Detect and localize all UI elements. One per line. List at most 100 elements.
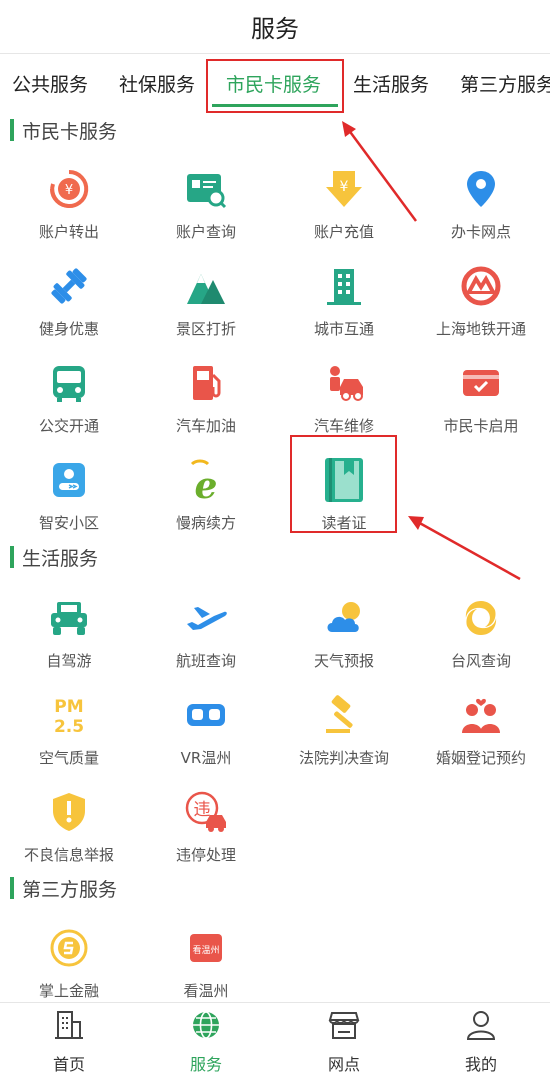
service-tile-typhoon[interactable]: 台风查询: [412, 592, 550, 688]
nav-label: 首页: [52, 1055, 85, 1074]
section-title-text: 市民卡服务: [22, 120, 118, 143]
service-tile-marriage-booking[interactable]: 婚姻登记预约: [412, 689, 550, 785]
section-title-text: 生活服务: [22, 547, 99, 570]
pm25-icon: PM 2.5: [54, 697, 84, 737]
service-tile-court-verdict[interactable]: 法院判决查询: [275, 689, 413, 785]
tile-label: 账户查询: [175, 223, 236, 241]
tile-label: 读者证: [321, 514, 367, 532]
tile-label: 市民卡启用: [443, 417, 519, 435]
vr-goggles-icon: [187, 704, 225, 726]
section-accent-bar: [10, 119, 14, 141]
service-tile-card-activate[interactable]: 市民卡启用: [412, 357, 550, 453]
svg-text:e: e: [195, 465, 218, 502]
nav-mine[interactable]: 我的: [412, 1009, 550, 1079]
account-query-icon: [187, 174, 227, 209]
typhoon-icon: [465, 601, 497, 635]
svg-text:PM: PM: [54, 697, 83, 717]
fuel-pump-icon: [193, 366, 221, 400]
service-tile-shanghai-metro[interactable]: 上海地铁开通: [412, 260, 550, 356]
tile-label: 慢病续方: [175, 514, 236, 532]
service-tile-city-interop[interactable]: 城市互通: [275, 260, 413, 356]
service-tile-self-drive[interactable]: 自驾游: [0, 592, 138, 688]
service-tile-fitness[interactable]: 健身优惠: [0, 260, 138, 356]
app-header: 服务: [0, 0, 550, 54]
svg-text:¥: ¥: [340, 179, 349, 195]
tile-label: 公交开通: [38, 417, 99, 435]
weather-icon: [327, 602, 360, 632]
mountain-icon: [187, 274, 225, 304]
dumbbell-icon: [51, 268, 87, 304]
tile-label: VR温州: [180, 749, 232, 767]
globe-icon: [193, 1011, 219, 1039]
nav-outlets[interactable]: 网点: [275, 1009, 413, 1079]
tile-label: 景区打折: [175, 320, 236, 338]
tab-third-party[interactable]: 第三方服务: [460, 70, 550, 97]
service-tile-bus[interactable]: 公交开通: [0, 357, 138, 453]
tab-citizen-card[interactable]: 市民卡服务: [226, 70, 321, 97]
service-tile-vr-wenzhou[interactable]: VR温州: [137, 689, 275, 785]
book-icon: [325, 458, 363, 502]
service-tile-reader-card[interactable]: 读者证: [275, 454, 413, 550]
tab-public-service[interactable]: 公共服务: [12, 70, 88, 97]
car-repair-icon: [330, 366, 363, 401]
nav-label: 我的: [464, 1055, 497, 1074]
transfer-out-icon: ¥: [50, 169, 89, 208]
service-tile-smart-community[interactable]: 智安小区: [0, 454, 138, 550]
airplane-icon: [187, 607, 227, 630]
tile-label: 办卡网点: [450, 223, 511, 241]
section-title-life: 生活服务: [10, 545, 99, 570]
tile-label: 账户充值: [313, 223, 374, 241]
tile-label: 天气预报: [313, 652, 374, 670]
tile-label: 健身优惠: [38, 320, 99, 338]
service-tile-chronic-prescription[interactable]: e 慢病续方: [137, 454, 275, 550]
service-tile-fuel[interactable]: 汽车加油: [137, 357, 275, 453]
service-tile-card-outlets[interactable]: 办卡网点: [412, 163, 550, 259]
service-tile-parking-violation[interactable]: 违 违停处理: [137, 786, 275, 882]
tile-label: 汽车加油: [175, 417, 236, 435]
tab-life-service[interactable]: 生活服务: [353, 70, 429, 97]
svg-text:2.5: 2.5: [54, 717, 84, 737]
tile-label: 看温州: [183, 982, 229, 1000]
service-tile-transfer-out[interactable]: ¥ 账户转出: [0, 163, 138, 259]
active-tab-indicator: [212, 104, 338, 107]
service-tile-weather[interactable]: 天气预报: [275, 592, 413, 688]
section-accent-bar: [10, 877, 14, 899]
tile-label: 汽车维修: [313, 417, 374, 435]
section-title-text: 第三方服务: [22, 878, 118, 901]
nav-service[interactable]: 服务: [137, 1009, 275, 1079]
tile-label: 婚姻登记预约: [435, 749, 526, 767]
jeep-icon: [51, 602, 87, 635]
section-accent-bar: [10, 546, 14, 568]
service-tile-flight[interactable]: 航班查询: [137, 592, 275, 688]
tile-label: 不良信息举报: [23, 846, 114, 864]
service-tile-air-quality[interactable]: PM 2.5 空气质量: [0, 689, 138, 785]
building-icon: [327, 269, 361, 305]
annotation-arrow-reader-card: [408, 516, 521, 581]
tile-label: 台风查询: [450, 652, 511, 670]
recharge-icon: ¥: [326, 171, 362, 207]
service-tile-car-repair[interactable]: 汽车维修: [275, 357, 413, 453]
bus-icon: [53, 366, 85, 402]
user-icon: [466, 1011, 496, 1040]
service-tile-report-harmful-info[interactable]: 不良信息举报: [0, 786, 138, 882]
smart-community-icon: [53, 463, 85, 497]
nav-home[interactable]: 首页: [0, 1009, 138, 1079]
service-tile-scenic-discount[interactable]: 景区打折: [137, 260, 275, 356]
service-tile-account-query[interactable]: 账户查询: [137, 163, 275, 259]
card-activate-icon: [463, 370, 499, 396]
tab-social-security[interactable]: 社保服务: [119, 70, 195, 97]
shield-alert-icon: [53, 793, 85, 831]
nav-label: 网点: [327, 1055, 360, 1074]
shanghai-metro-icon: [461, 266, 501, 306]
service-tile-recharge[interactable]: ¥ 账户充值: [275, 163, 413, 259]
parking-violation-icon: 违: [185, 791, 226, 832]
tile-label: 违停处理: [175, 846, 236, 864]
svg-text:违: 违: [194, 800, 211, 820]
e-logo-icon: e: [190, 459, 218, 502]
store-icon: [328, 1012, 360, 1039]
page-title: 服务: [251, 15, 299, 43]
section-title-citizen-card: 市民卡服务: [10, 118, 118, 143]
tile-label: 智安小区: [38, 514, 99, 532]
home-building-icon: [55, 1011, 83, 1039]
finance-coin-icon: [50, 929, 88, 967]
